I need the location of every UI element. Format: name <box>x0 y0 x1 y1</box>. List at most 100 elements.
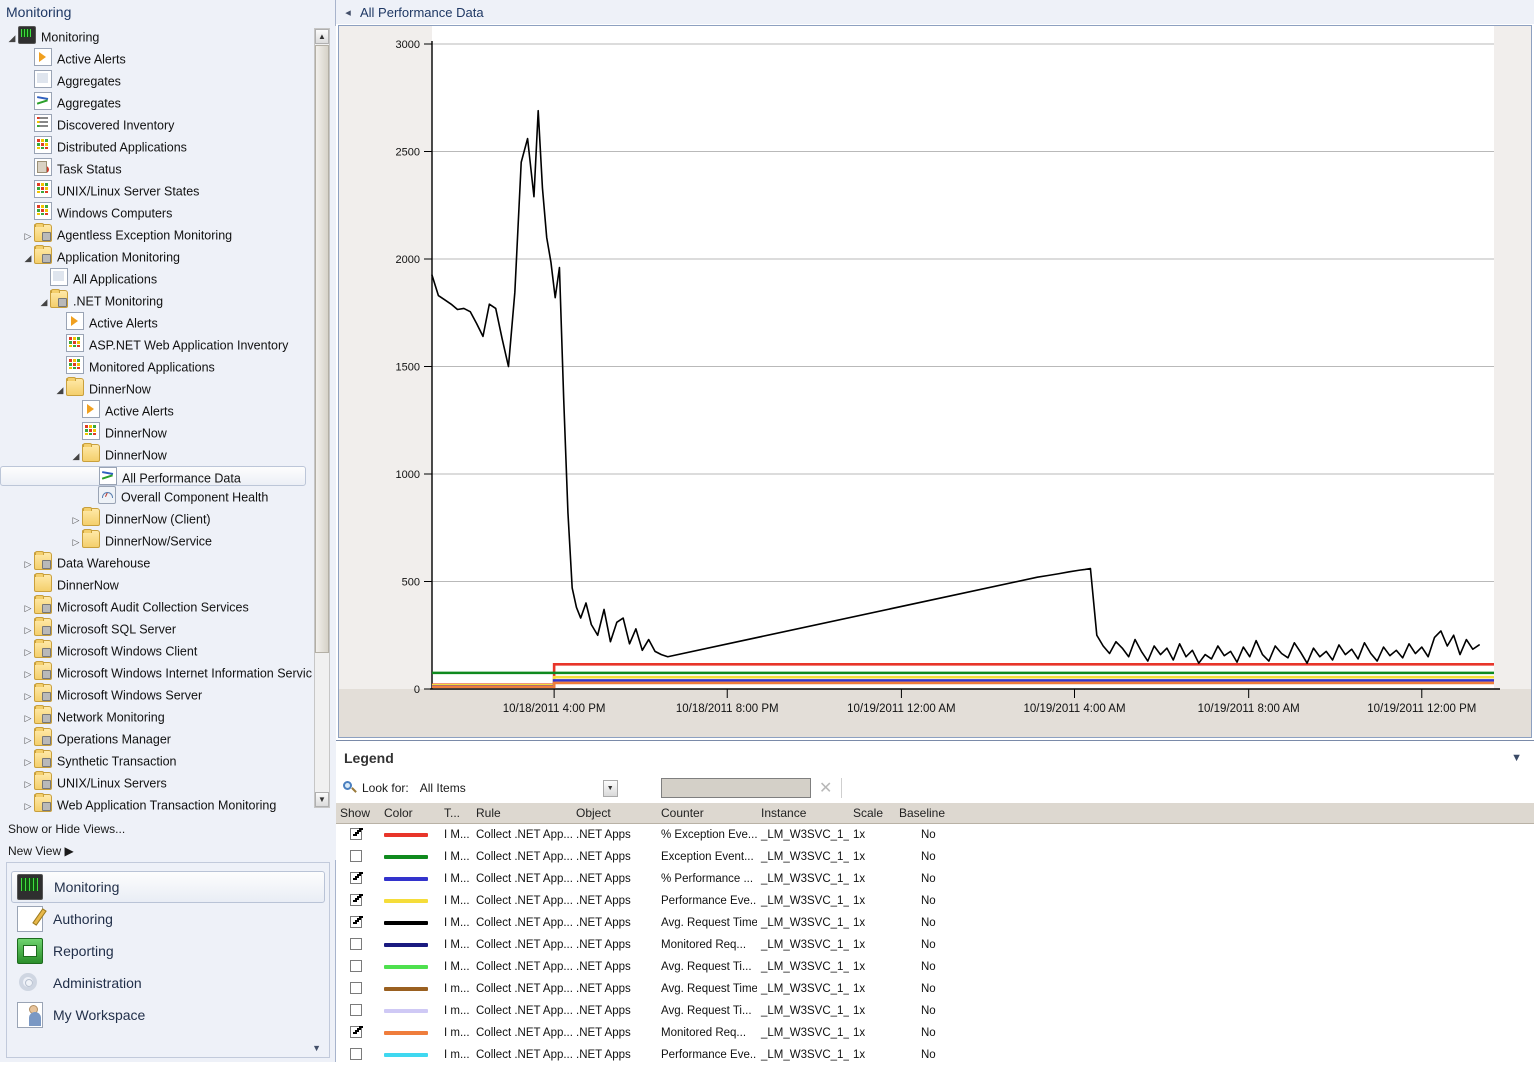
tree-item-application-monitoring[interactable]: ◢Application Monitoring <box>0 246 312 268</box>
tree-item-dinnernow[interactable]: ◢DinnerNow <box>0 378 312 400</box>
legend-show-cell[interactable] <box>336 956 380 978</box>
nav-button-administration[interactable]: Administration <box>11 967 325 999</box>
legend-show-cell[interactable] <box>336 846 380 868</box>
legend-search-input[interactable] <box>661 778 811 798</box>
scroll-down-arrow-icon[interactable]: ▼ <box>315 792 329 807</box>
tree-expander-expanded-icon[interactable]: ◢ <box>38 291 50 313</box>
legend-row[interactable]: I M...Collect .NET App....NET AppsAvg. R… <box>336 956 1534 978</box>
legend-show-cell[interactable] <box>336 1022 380 1044</box>
tree-expander-expanded-icon[interactable]: ◢ <box>54 379 66 401</box>
tree-item-dinnernow[interactable]: DinnerNow <box>0 422 312 444</box>
tree-expander-collapsed-icon[interactable]: ▷ <box>22 729 34 751</box>
legend-show-cell[interactable] <box>336 1000 380 1022</box>
legend-show-cell[interactable] <box>336 978 380 1000</box>
legend-row[interactable]: I m...Collect .NET App....NET AppsPerfor… <box>336 1044 1534 1066</box>
scrollbar-thumb[interactable] <box>315 45 329 653</box>
legend-show-cell[interactable] <box>336 934 380 956</box>
nav-tree[interactable]: ◢Monitoring Active Alerts AggregatesAggreg… <box>0 26 312 812</box>
close-icon[interactable]: ✕ <box>815 778 837 798</box>
column-header-instance[interactable]: Instance <box>757 803 849 824</box>
tree-expander-collapsed-icon[interactable]: ▷ <box>22 751 34 773</box>
nav-button-monitoring[interactable]: Monitoring <box>11 871 325 903</box>
tree-expander-expanded-icon[interactable]: ◢ <box>22 247 34 269</box>
look-for-select[interactable]: All Items ▼ <box>417 778 619 798</box>
legend-table[interactable]: Show Color T... Rule Object Counter Inst… <box>336 802 1534 1066</box>
tree-expander-collapsed-icon[interactable]: ▷ <box>22 619 34 641</box>
legend-show-cell[interactable] <box>336 890 380 912</box>
tree-expander-collapsed-icon[interactable]: ▷ <box>22 597 34 619</box>
show-checkbox[interactable] <box>350 938 362 950</box>
show-checkbox[interactable] <box>350 828 362 840</box>
chevron-down-icon[interactable]: ▼ <box>312 1043 321 1053</box>
tree-item-unix-linux-server-states[interactable]: UNIX/Linux Server States <box>0 180 312 202</box>
tree-item-microsoft-windows-internet-information-services[interactable]: ▷Microsoft Windows Internet Information … <box>0 662 312 684</box>
legend-row[interactable]: I m...Collect .NET App....NET AppsMonito… <box>336 1022 1534 1044</box>
tree-item-microsoft-windows-client[interactable]: ▷Microsoft Windows Client <box>0 640 312 662</box>
legend-show-cell[interactable] <box>336 868 380 890</box>
show-checkbox[interactable] <box>350 916 362 928</box>
performance-chart-panel[interactable]: 050010001500200025003000 10/18/2011 4:00… <box>338 25 1532 738</box>
tree-item-web-application-transaction-monitoring[interactable]: ▷Web Application Transaction Monitoring <box>0 794 312 812</box>
tree-expander-collapsed-icon[interactable]: ▷ <box>70 509 82 531</box>
tree-expander-collapsed-icon[interactable]: ▷ <box>70 531 82 553</box>
column-header-baseline[interactable]: Baseline <box>895 803 1015 824</box>
tree-expander-expanded-icon[interactable]: ◢ <box>70 445 82 467</box>
tree-expander-expanded-icon[interactable]: ◢ <box>6 27 18 49</box>
show-checkbox[interactable] <box>350 1048 362 1060</box>
show-checkbox[interactable] <box>350 850 362 862</box>
tree-expander-collapsed-icon[interactable]: ▷ <box>22 553 34 575</box>
performance-chart[interactable]: 050010001500200025003000 10/18/2011 4:00… <box>339 26 1531 737</box>
tree-item-active-alerts[interactable]: Active Alerts <box>0 400 312 422</box>
tree-item-discovered-inventory[interactable]: Discovered Inventory <box>0 114 312 136</box>
legend-row[interactable]: I M...Collect .NET App....NET AppsExcept… <box>336 846 1534 868</box>
nav-tree-scrollbar[interactable]: ▲ ▼ <box>314 28 330 808</box>
tree-item-microsoft-audit-collection-services[interactable]: ▷Microsoft Audit Collection Services <box>0 596 312 618</box>
legend-row[interactable]: I M...Collect .NET App....NET AppsPerfor… <box>336 890 1534 912</box>
tree-item-monitored-applications[interactable]: Monitored Applications <box>0 356 312 378</box>
column-header-type[interactable]: T... <box>440 803 472 824</box>
tree-expander-collapsed-icon[interactable]: ▷ <box>22 773 34 795</box>
column-header-counter[interactable]: Counter <box>657 803 757 824</box>
nav-tree-scroll-area[interactable]: ◢Monitoring Active Alerts AggregatesAggreg… <box>0 26 336 812</box>
tree-item-overall-component-health[interactable]: Overall Component Health <box>0 486 312 508</box>
show-or-hide-views-link[interactable]: Show or Hide Views... <box>8 818 336 840</box>
column-header-show[interactable]: Show <box>336 803 380 824</box>
column-header-object[interactable]: Object <box>572 803 657 824</box>
tree-expander-collapsed-icon[interactable]: ▷ <box>22 795 34 812</box>
tree-item-agentless-exception-monitoring[interactable]: ▷Agentless Exception Monitoring <box>0 224 312 246</box>
tree-item-data-warehouse[interactable]: ▷Data Warehouse <box>0 552 312 574</box>
tree-item-aggregates[interactable]: Aggregates <box>0 92 312 114</box>
tree-item-asp-net-web-application-inventory[interactable]: ASP.NET Web Application Inventory <box>0 334 312 356</box>
show-checkbox[interactable] <box>350 1004 362 1016</box>
legend-show-cell[interactable] <box>336 824 380 847</box>
tree-item-microsoft-sql-server[interactable]: ▷Microsoft SQL Server <box>0 618 312 640</box>
legend-row[interactable]: I M...Collect .NET App....NET AppsMonito… <box>336 934 1534 956</box>
tree-item-all-performance-data[interactable]: All Performance Data <box>0 466 306 486</box>
tree-item-operations-manager[interactable]: ▷Operations Manager <box>0 728 312 750</box>
show-checkbox[interactable] <box>350 872 362 884</box>
nav-button-my-workspace[interactable]: My Workspace <box>11 999 325 1031</box>
legend-row[interactable]: I m...Collect .NET App....NET AppsAvg. R… <box>336 978 1534 1000</box>
tree-expander-collapsed-icon[interactable]: ▷ <box>22 225 34 247</box>
tree-expander-collapsed-icon[interactable]: ▷ <box>22 685 34 707</box>
tree-item-task-status[interactable]: Task Status <box>0 158 312 180</box>
tree-item-dinnernow-client[interactable]: ▷DinnerNow (Client) <box>0 508 312 530</box>
tree-item-aggregates[interactable]: Aggregates <box>0 70 312 92</box>
nav-button-reporting[interactable]: Reporting <box>11 935 325 967</box>
tree-item-monitoring[interactable]: ◢Monitoring <box>0 26 312 48</box>
legend-show-cell[interactable] <box>336 1044 380 1066</box>
show-checkbox[interactable] <box>350 894 362 906</box>
new-view-link[interactable]: New View ▶ <box>8 840 336 862</box>
column-header-rule[interactable]: Rule <box>472 803 572 824</box>
column-header-scale[interactable]: Scale <box>849 803 895 824</box>
tree-item-microsoft-windows-server[interactable]: ▷Microsoft Windows Server <box>0 684 312 706</box>
tree-item-net-monitoring[interactable]: ◢.NET Monitoring <box>0 290 312 312</box>
show-checkbox[interactable] <box>350 982 362 994</box>
legend-row[interactable]: I M...Collect .NET App....NET Apps% Exce… <box>336 824 1534 847</box>
tree-item-all-applications[interactable]: All Applications <box>0 268 312 290</box>
tree-expander-collapsed-icon[interactable]: ▷ <box>22 663 34 685</box>
legend-row[interactable]: I m...Collect .NET App....NET AppsAvg. R… <box>336 1000 1534 1022</box>
tree-item-network-monitoring[interactable]: ▷Network Monitoring <box>0 706 312 728</box>
show-checkbox[interactable] <box>350 1026 362 1038</box>
legend-table-body[interactable]: I M...Collect .NET App....NET Apps% Exce… <box>336 824 1534 1066</box>
